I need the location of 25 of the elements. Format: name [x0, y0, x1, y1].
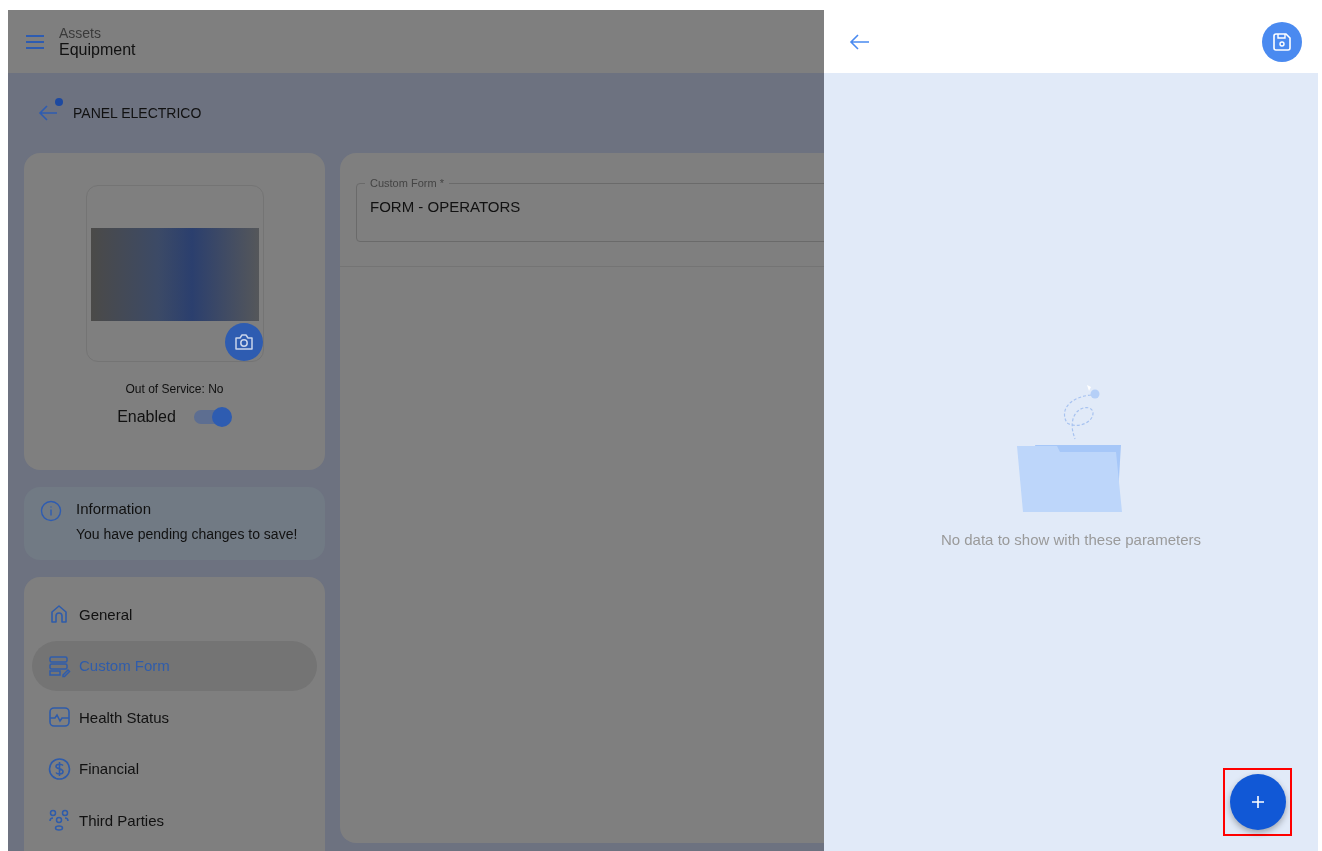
menu-item[interactable]: General	[32, 589, 317, 640]
add-button[interactable]	[1229, 774, 1286, 830]
info-title: Information	[76, 500, 153, 517]
info-message: You have pending changes to save!	[76, 526, 298, 542]
asset-name: PANEL ELECTRICO	[73, 105, 202, 121]
info-icon	[40, 500, 62, 522]
enabled-toggle[interactable]	[193, 406, 232, 428]
camera-icon	[233, 333, 254, 351]
page-title: Equipment	[59, 40, 136, 59]
save-button[interactable]	[1262, 21, 1302, 62]
menu-item[interactable]: Health Status	[32, 692, 317, 743]
breadcrumb-section: Assets	[59, 24, 136, 41]
out-of-service-status: Out of Service: No	[125, 382, 224, 396]
form-icon	[48, 653, 71, 678]
menu-item[interactable]: Financial	[32, 743, 317, 794]
save-icon	[1271, 30, 1293, 53]
dollar-icon	[48, 756, 71, 781]
health-icon	[48, 705, 71, 730]
back-arrow-icon[interactable]	[848, 32, 870, 51]
enabled-label: Enabled	[117, 408, 176, 426]
camera-button[interactable]	[224, 323, 263, 361]
plus-icon	[1250, 795, 1265, 809]
menu-item[interactable]: Third Parties	[32, 795, 317, 846]
people-icon	[48, 808, 71, 833]
empty-state-message: No data to show with these parameters	[940, 531, 1202, 548]
